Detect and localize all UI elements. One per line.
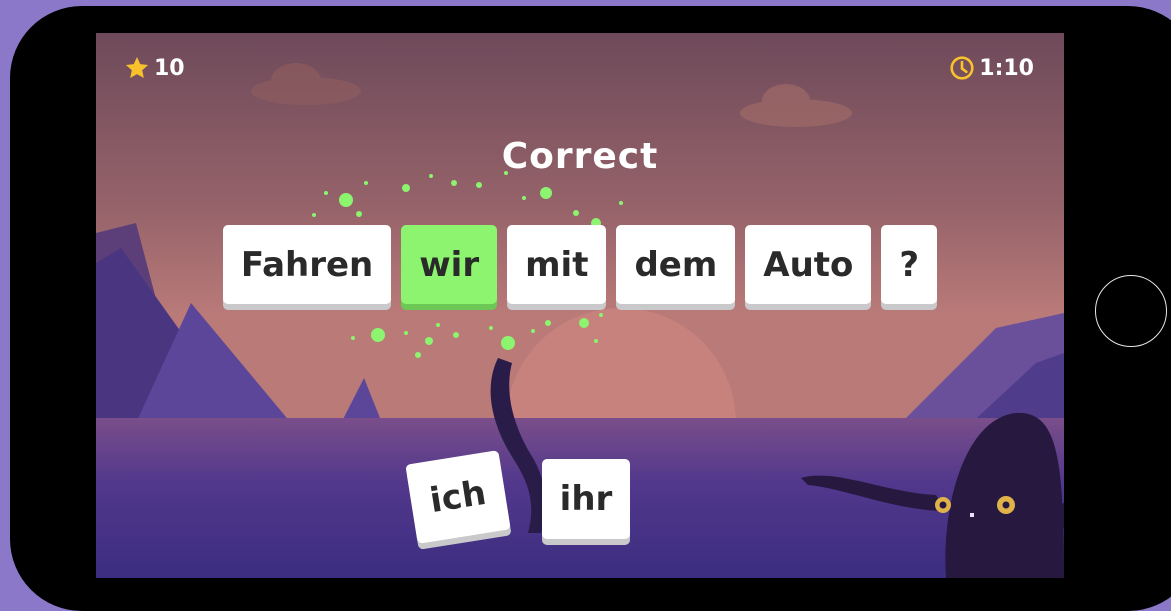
word-tile[interactable]: Auto bbox=[745, 225, 872, 304]
word-tile[interactable]: Fahren bbox=[222, 225, 392, 304]
particle-dot bbox=[599, 313, 603, 317]
word-tile[interactable]: mit bbox=[507, 225, 607, 304]
particle-dot bbox=[489, 326, 493, 330]
word-tile[interactable]: ? bbox=[881, 225, 938, 304]
particle-dot bbox=[339, 193, 353, 207]
timer-display: 1:10 bbox=[949, 55, 1034, 81]
home-button[interactable] bbox=[1095, 275, 1167, 347]
particle-dot bbox=[371, 328, 385, 342]
particle-dot bbox=[476, 182, 482, 188]
word-tile-highlighted[interactable]: wir bbox=[401, 225, 498, 304]
particle-dot bbox=[364, 181, 368, 185]
particle-dot bbox=[425, 337, 433, 345]
particle-dot bbox=[324, 191, 328, 195]
particle-dot bbox=[573, 210, 579, 216]
particle-dot bbox=[404, 331, 408, 335]
score-display: 10 bbox=[124, 55, 185, 81]
particle-dot bbox=[545, 320, 551, 326]
game-screen: 10 1:10 Correct Fahren wir mit dem Auto … bbox=[96, 33, 1064, 578]
particle-dot bbox=[453, 332, 459, 338]
particle-dot bbox=[579, 318, 589, 328]
particle-dot bbox=[451, 180, 457, 186]
sentence-row: Fahren wir mit dem Auto ? bbox=[96, 225, 1064, 304]
score-value: 10 bbox=[154, 55, 185, 81]
particle-dot bbox=[501, 336, 515, 350]
particle-dot bbox=[594, 339, 598, 343]
word-tile[interactable]: dem bbox=[616, 225, 736, 304]
particle-dot bbox=[522, 196, 526, 200]
particle-dot bbox=[415, 352, 421, 358]
particle-dot bbox=[351, 336, 355, 340]
particle-dot bbox=[436, 323, 440, 327]
particle-dot bbox=[619, 201, 623, 205]
feedback-text: Correct bbox=[501, 136, 659, 177]
star-icon bbox=[125, 56, 149, 78]
clock-icon bbox=[950, 56, 974, 80]
particle-dot bbox=[540, 187, 552, 199]
answer-choice-ihr[interactable]: ihr bbox=[542, 459, 630, 539]
timer-value: 1:10 bbox=[979, 55, 1034, 81]
particle-dot bbox=[531, 329, 535, 333]
particle-dot bbox=[312, 213, 316, 217]
particle-dot bbox=[356, 211, 362, 217]
answer-choice-ich[interactable]: ich bbox=[405, 450, 511, 544]
particle-dot bbox=[402, 184, 410, 192]
